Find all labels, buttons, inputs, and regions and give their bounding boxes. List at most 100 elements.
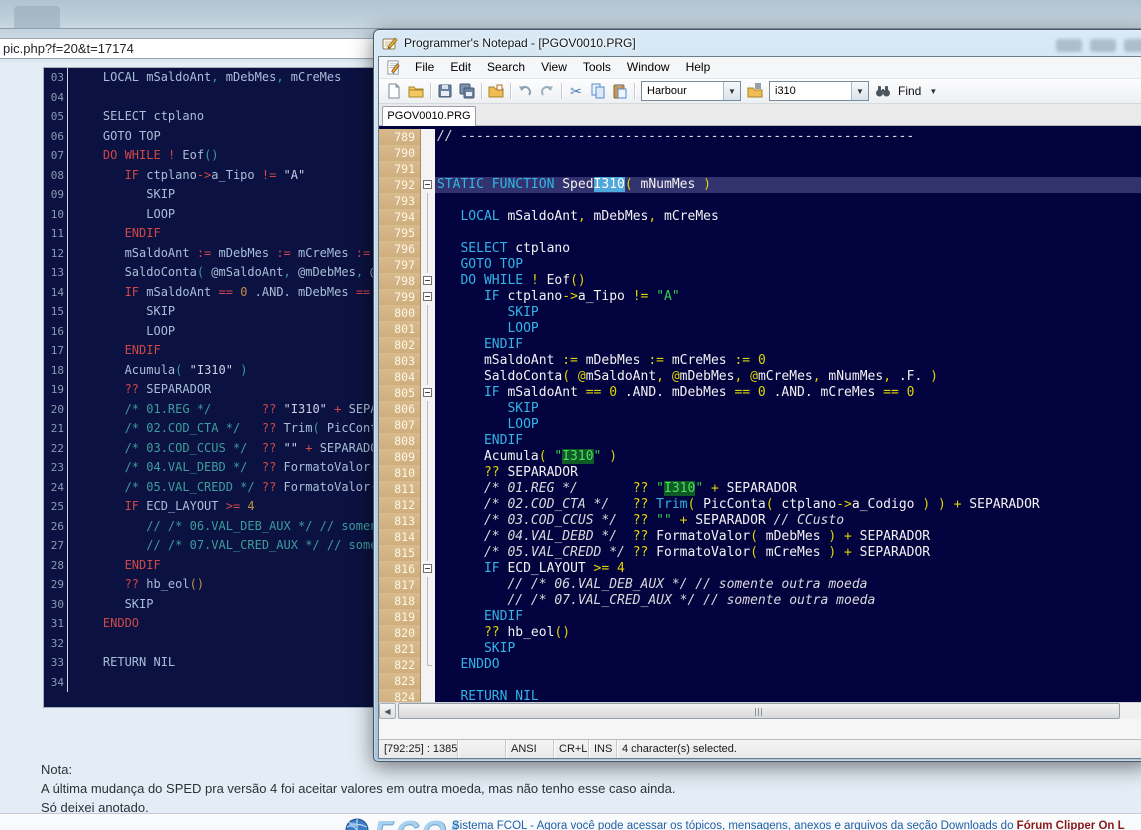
code-text[interactable]: SKIP: [435, 305, 1141, 321]
code-token: .AND. mCreMes: [766, 385, 883, 400]
code-token: [74, 402, 125, 416]
fold-margin: [421, 305, 435, 321]
menu-view[interactable]: View: [533, 57, 575, 78]
menu-window[interactable]: Window: [619, 57, 678, 78]
code-text[interactable]: LOCAL mSaldoAnt, mDebMes, mCreMes: [435, 209, 1141, 225]
code-text[interactable]: IF ctplano->a_Tipo != "A": [435, 289, 1141, 305]
code-text[interactable]: IF ECD_LAYOUT >= 4: [435, 561, 1141, 577]
menu-help[interactable]: Help: [678, 57, 719, 78]
menu-file[interactable]: File: [407, 57, 442, 78]
redo-button[interactable]: [536, 80, 558, 102]
code-token: IF: [484, 289, 500, 304]
code-token: (: [312, 421, 319, 435]
code-text[interactable]: ENDIF: [435, 609, 1141, 625]
chevron-down-icon[interactable]: ▼: [851, 82, 868, 100]
code-text[interactable]: STATIC FUNCTION SpedI310( mNumMes ): [435, 177, 1141, 193]
code-text[interactable]: ENDDO: [435, 657, 1141, 673]
code-token: +: [711, 481, 719, 496]
save-button[interactable]: [434, 80, 456, 102]
fold-marker[interactable]: [423, 292, 432, 301]
find-dropdown-caret[interactable]: ▼: [929, 87, 937, 96]
code-text[interactable]: ENDIF: [435, 433, 1141, 449]
code-editor[interactable]: 789// ----------------------------------…: [379, 126, 1141, 702]
code-text[interactable]: /* 05.VAL_CREDD */ ?? FormatoValor( mCre…: [435, 545, 1141, 561]
code-token: [437, 593, 507, 608]
code-text[interactable]: [435, 161, 1141, 177]
code-token: I310: [664, 481, 695, 496]
footer-message-link[interactable]: Fórum Clipper On L: [1017, 820, 1125, 830]
code-text[interactable]: /* 04.VAL_DEBD */ ?? FormatoValor( mDebM…: [435, 529, 1141, 545]
code-text[interactable]: SKIP: [435, 401, 1141, 417]
code-token: ENDDO: [103, 616, 139, 630]
menu-edit[interactable]: Edit: [442, 57, 479, 78]
code-text[interactable]: SKIP: [435, 641, 1141, 657]
save-all-button[interactable]: [456, 80, 478, 102]
browser-tab-ghost[interactable]: [14, 6, 60, 28]
scroll-left-arrow[interactable]: ◀: [379, 703, 396, 719]
code-text[interactable]: /* 02.COD_CTA */ ?? Trim( PicConta( ctpl…: [435, 497, 1141, 513]
code-token: SKIP: [74, 597, 153, 611]
code-text[interactable]: // /* 06.VAL_DEB_AUX */ // somente outra…: [435, 577, 1141, 593]
code-token: IF: [125, 168, 139, 182]
find-button[interactable]: [872, 80, 894, 102]
code-text[interactable]: SELECT ctplano: [435, 241, 1141, 257]
undo-button[interactable]: [514, 80, 536, 102]
code-text[interactable]: SaldoConta( @mSaldoAnt, @mDebMes, @mCreM…: [435, 369, 1141, 385]
code-text[interactable]: // /* 07.VAL_CRED_AUX */ // somente outr…: [435, 593, 1141, 609]
editor-line: 789// ----------------------------------…: [379, 129, 1141, 145]
code-text[interactable]: // -------------------------------------…: [435, 129, 1141, 145]
code-text[interactable]: [435, 225, 1141, 241]
code-text[interactable]: LOOP: [435, 321, 1141, 337]
code-text[interactable]: ?? hb_eol(): [435, 625, 1141, 641]
code-token: I310: [594, 177, 625, 192]
line-number: 06: [44, 127, 68, 147]
fold-marker[interactable]: [423, 180, 432, 189]
open-project-button[interactable]: [485, 80, 507, 102]
title-bar[interactable]: Programmer's Notepad - [PGOV0010.PRG]: [374, 30, 1141, 56]
code-text[interactable]: [435, 673, 1141, 689]
chevron-down-icon[interactable]: ▼: [723, 82, 740, 100]
fold-marker[interactable]: [423, 564, 432, 573]
code-text[interactable]: Acumula( "I310" ): [435, 449, 1141, 465]
code-text[interactable]: IF mSaldoAnt == 0 .AND. mDebMes == 0 .AN…: [435, 385, 1141, 401]
code-token: [648, 513, 656, 528]
fold-marker[interactable]: [423, 388, 432, 397]
code-text[interactable]: LOOP: [435, 417, 1141, 433]
code-token: (: [750, 529, 758, 544]
code-token: Sped: [554, 177, 593, 192]
menu-tools[interactable]: Tools: [575, 57, 619, 78]
code-token: [74, 616, 103, 630]
code-text[interactable]: ?? SEPARADOR: [435, 465, 1141, 481]
line-number: 32: [44, 634, 68, 654]
screen: pic.php?f=20&t=17174 03 LOCAL mSaldoAnt,…: [0, 0, 1141, 830]
scheme-combobox[interactable]: Harbour ▼: [641, 81, 741, 101]
jump-to-button[interactable]: [744, 80, 766, 102]
search-combobox[interactable]: i310 ▼: [769, 81, 869, 101]
line-number: 802: [379, 337, 421, 353]
cut-button[interactable]: ✂: [565, 80, 587, 102]
code-text[interactable]: RETURN NIL: [435, 689, 1141, 702]
code-text[interactable]: /* 03.COD_CCUS */ ?? "" + SEPARADOR // C…: [435, 513, 1141, 529]
code-text[interactable]: /* 01.REG */ ?? "I310" + SEPARADOR: [435, 481, 1141, 497]
fold-marker[interactable]: [423, 276, 432, 285]
code-text[interactable]: [435, 145, 1141, 161]
code-text[interactable]: GOTO TOP: [435, 257, 1141, 273]
code-text[interactable]: ENDIF: [435, 337, 1141, 353]
paste-button[interactable]: [609, 80, 631, 102]
find-label[interactable]: Find: [898, 84, 921, 98]
tab-pgov0010[interactable]: PGOV0010.PRG: [382, 106, 476, 126]
code-text[interactable]: mSaldoAnt := mDebMes := mCreMes := 0: [435, 353, 1141, 369]
caption-ghost: [1056, 39, 1082, 52]
line-number: 797: [379, 257, 421, 273]
code-token: SaldoConta: [74, 265, 197, 279]
code-text[interactable]: DO WHILE ! Eof(): [435, 273, 1141, 289]
horizontal-scrollbar[interactable]: ◀: [379, 702, 1141, 719]
code-token: /* 04.VAL_DEBD */: [484, 529, 617, 544]
scrollbar-thumb[interactable]: [398, 703, 1120, 719]
code-text[interactable]: [435, 193, 1141, 209]
copy-button[interactable]: [587, 80, 609, 102]
open-file-button[interactable]: [405, 80, 427, 102]
menu-search[interactable]: Search: [479, 57, 533, 78]
new-file-button[interactable]: [383, 80, 405, 102]
code-text: LOCAL mSaldoAnt, mDebMes, mCreMes: [74, 70, 341, 84]
